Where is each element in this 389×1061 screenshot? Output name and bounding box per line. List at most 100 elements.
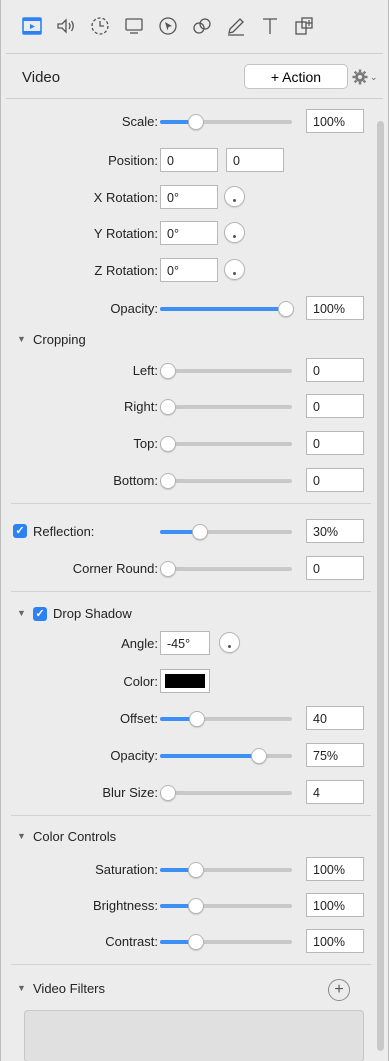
crop-top-field[interactable]: 0 <box>306 431 364 455</box>
scrollbar-thumb[interactable] <box>377 121 384 1051</box>
scale-field[interactable]: 100% <box>306 109 364 133</box>
video-filters-title: Video Filters <box>33 981 106 996</box>
slider-knob[interactable] <box>187 114 204 130</box>
angle-field[interactable]: -45° <box>160 631 210 655</box>
brightness-field[interactable]: 100% <box>306 893 364 917</box>
crop-bottom-label: Bottom: <box>113 473 158 488</box>
offset-slider[interactable] <box>160 711 292 727</box>
slider-knob[interactable] <box>251 748 267 764</box>
toolbar-divider <box>6 53 383 54</box>
y-rotation-label: Y Rotation: <box>93 226 158 241</box>
position-x-field[interactable]: 0 <box>160 148 218 172</box>
blur-size-label: Blur Size: <box>102 785 158 800</box>
y-rotation-dial[interactable] <box>224 222 245 243</box>
shadow-opacity-field[interactable]: 75% <box>306 743 364 767</box>
opacity-field[interactable]: 100% <box>306 296 364 320</box>
slider-knob[interactable] <box>160 785 176 801</box>
shadow-opacity-slider[interactable] <box>160 748 292 764</box>
crop-left-row: Left: 0 <box>11 355 371 385</box>
blur-size-row: Blur Size: 4 <box>11 777 371 807</box>
opacity-slider[interactable] <box>160 301 294 317</box>
drop-shadow-section-header[interactable]: ▼ ✓ Drop Shadow <box>11 602 371 626</box>
z-rotation-dial[interactable] <box>224 259 245 280</box>
disclosure-triangle-icon[interactable]: ▼ <box>17 983 26 993</box>
add-filter-icon[interactable]: + <box>328 979 350 1001</box>
slider-knob[interactable] <box>160 561 176 577</box>
slider-knob[interactable] <box>160 473 176 489</box>
z-rotation-field[interactable]: 0° <box>160 258 218 282</box>
saturation-slider[interactable] <box>160 862 292 878</box>
slider-knob[interactable] <box>160 363 176 379</box>
contrast-field[interactable]: 100% <box>306 929 364 953</box>
settings-menu[interactable]: ⌄ <box>352 66 386 88</box>
drop-shadow-title: Drop Shadow <box>53 606 132 621</box>
reflection-checkbox[interactable]: ✓ <box>13 524 27 538</box>
disclosure-triangle-icon[interactable]: ▼ <box>17 831 26 841</box>
scale-slider[interactable] <box>160 114 292 130</box>
text-icon[interactable] <box>258 14 282 38</box>
offset-label: Offset: <box>119 711 158 726</box>
crop-bottom-row: Bottom: 0 <box>11 465 371 495</box>
add-action-button[interactable]: + Action <box>244 64 348 89</box>
crop-top-slider[interactable] <box>160 436 292 452</box>
brightness-row: Brightness: 100% <box>11 890 371 920</box>
screen-icon[interactable] <box>122 14 146 38</box>
z-rotation-row: Z Rotation: 0° <box>11 255 371 285</box>
inspector-content: Scale: 100% Position: 0 0 X Rotation: 0°… <box>11 100 371 1061</box>
angle-dial[interactable] <box>219 632 240 653</box>
disclosure-triangle-icon[interactable]: ▼ <box>17 334 26 344</box>
color-controls-section-header[interactable]: ▼ Color Controls <box>11 825 371 849</box>
y-rotation-field[interactable]: 0° <box>160 221 218 245</box>
layout-icon[interactable] <box>292 14 316 38</box>
crop-top-label: Top: <box>133 436 158 451</box>
corner-round-slider[interactable] <box>160 561 292 577</box>
video-filters-section-header[interactable]: ▼ Video Filters + <box>11 977 371 1001</box>
inspector-toolbar <box>0 0 389 52</box>
cursor-icon[interactable] <box>156 14 180 38</box>
annotation-pen-icon[interactable] <box>224 14 248 38</box>
slider-knob[interactable] <box>187 898 204 914</box>
shadow-color-well[interactable] <box>160 669 210 693</box>
cropping-section-header[interactable]: ▼ Cropping <box>11 328 371 352</box>
slider-knob[interactable] <box>160 399 176 415</box>
blur-size-field[interactable]: 4 <box>306 780 364 804</box>
slider-knob[interactable] <box>187 862 204 878</box>
crop-right-slider[interactable] <box>160 399 292 415</box>
disclosure-triangle-icon[interactable]: ▼ <box>17 608 26 618</box>
corner-round-field[interactable]: 0 <box>306 556 364 580</box>
scale-row: Scale: 100% <box>11 106 371 136</box>
slider-knob[interactable] <box>187 934 204 950</box>
reflection-slider[interactable] <box>160 524 292 540</box>
blur-size-slider[interactable] <box>160 785 292 801</box>
contrast-slider[interactable] <box>160 934 292 950</box>
brightness-slider[interactable] <box>160 898 292 914</box>
chevron-down-icon: ⌄ <box>370 71 378 82</box>
timing-icon[interactable] <box>88 14 112 38</box>
x-rotation-field[interactable]: 0° <box>160 185 218 209</box>
x-rotation-dial[interactable] <box>224 186 245 207</box>
reflection-row: ✓ Reflection: 30% <box>11 516 371 546</box>
crop-left-slider[interactable] <box>160 363 292 379</box>
crop-left-field[interactable]: 0 <box>306 358 364 382</box>
position-y-field[interactable]: 0 <box>226 148 284 172</box>
drop-shadow-checkbox[interactable]: ✓ <box>33 607 47 621</box>
video-filters-list[interactable] <box>24 1010 364 1061</box>
slider-knob[interactable] <box>160 436 176 452</box>
reflection-field[interactable]: 30% <box>306 519 364 543</box>
crop-bottom-field[interactable]: 0 <box>306 468 364 492</box>
audio-icon[interactable] <box>54 14 78 38</box>
scrollbar[interactable] <box>373 103 387 1061</box>
offset-field[interactable]: 40 <box>306 706 364 730</box>
scale-label: Scale: <box>121 114 158 129</box>
y-rotation-row: Y Rotation: 0° <box>11 218 371 248</box>
corner-round-label: Corner Round: <box>72 561 158 576</box>
color-controls-title: Color Controls <box>33 829 117 844</box>
slider-knob[interactable] <box>191 524 208 540</box>
slider-knob[interactable] <box>278 301 294 317</box>
video-tab-icon[interactable] <box>20 14 44 38</box>
saturation-field[interactable]: 100% <box>306 857 364 881</box>
crop-right-field[interactable]: 0 <box>306 394 364 418</box>
slider-knob[interactable] <box>188 711 205 727</box>
animation-icon[interactable] <box>190 14 214 38</box>
crop-bottom-slider[interactable] <box>160 473 292 489</box>
